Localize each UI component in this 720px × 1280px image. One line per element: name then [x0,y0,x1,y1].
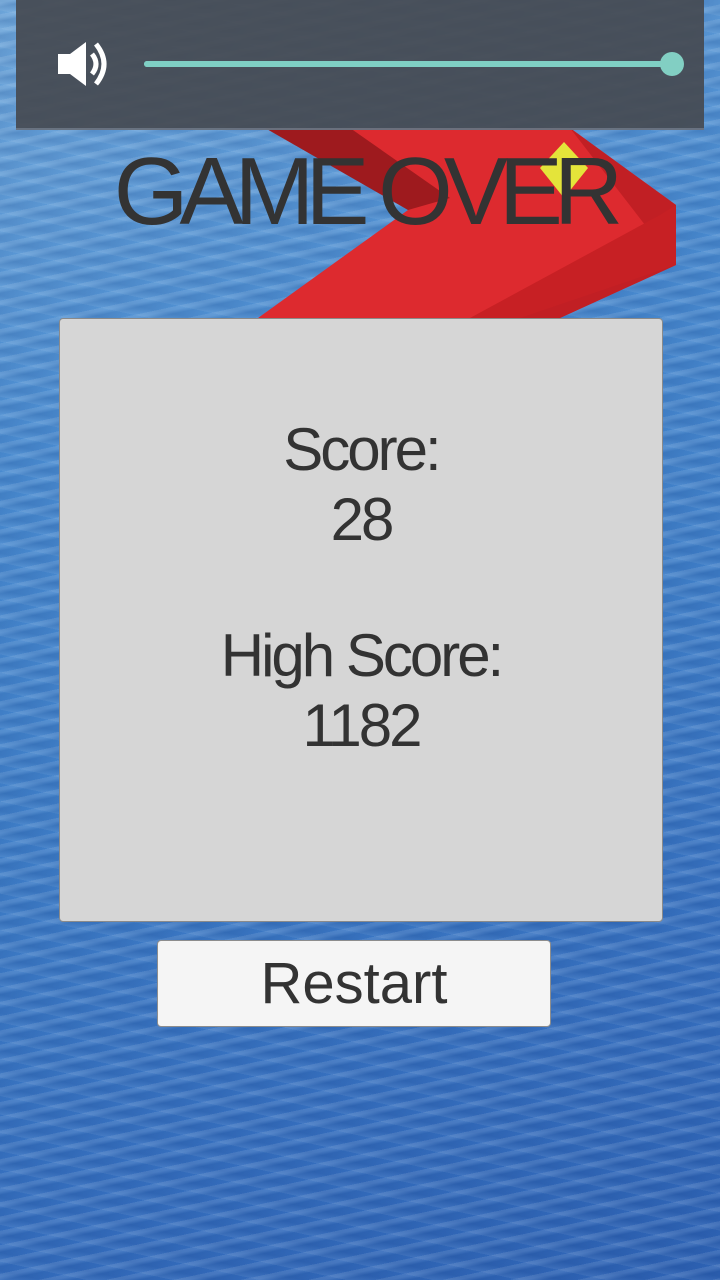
score-value: 28 [330,486,395,553]
volume-slider-thumb[interactable] [660,52,684,76]
game-over-title: GAME OVER [113,138,623,245]
volume-slider[interactable] [144,61,672,67]
score-label: Score: [283,416,441,483]
restart-button[interactable]: Restart [157,940,551,1027]
volume-slider-fill [144,61,672,67]
score-panel: Score: 28 High Score: 1182 [59,318,663,922]
high-score-value: 1182 [302,692,422,759]
volume-bar [16,0,704,130]
high-score-label: High Score: [220,622,504,689]
speaker-icon[interactable] [56,40,120,88]
